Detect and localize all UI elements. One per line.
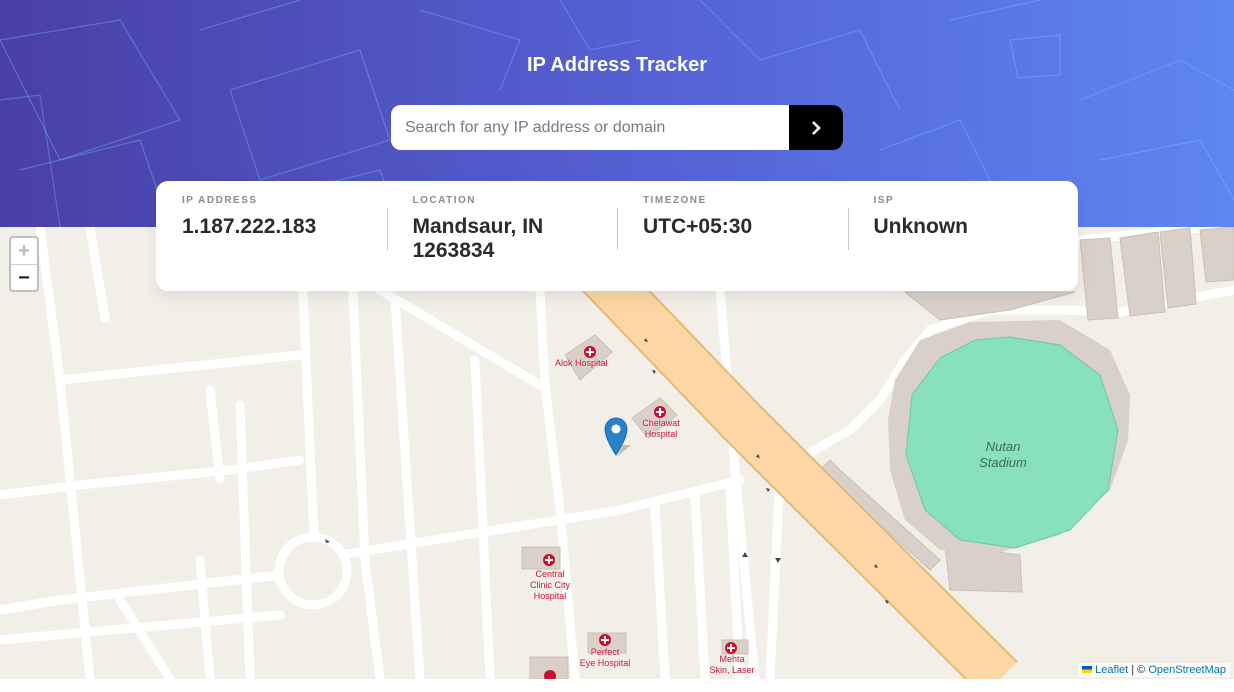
search-bar	[391, 105, 843, 150]
attribution-separator: | ©	[1128, 664, 1149, 676]
poi-mehta-skin: Mehta Skin, Laser	[704, 654, 760, 676]
search-input[interactable]	[391, 105, 789, 150]
poi-chelawat-hospital: Chelawat Hospital	[638, 418, 684, 440]
chevron-right-icon	[812, 120, 821, 135]
poi-chelawat-line1: Chelawat	[642, 418, 680, 428]
poi-central-line2: Clinic City	[529, 580, 570, 590]
zoom-control: + −	[9, 236, 39, 292]
ip-info-card: IP ADDRESS 1.187.222.183 LOCATION Mandsa…	[156, 181, 1078, 291]
poi-chelawat-line2: Hospital	[644, 429, 678, 439]
poi-mehta-line1: Mehta	[719, 654, 745, 664]
poi-central-line3: Hospital	[533, 591, 567, 601]
zoom-in-button[interactable]: +	[11, 238, 37, 264]
page-title: IP Address Tracker	[526, 54, 708, 76]
location-value: Mandsaur, IN 1263834	[412, 215, 544, 262]
map-view[interactable]: Alok Hospital Chelawat Hospital Nutan St…	[0, 227, 1234, 679]
poi-stadium-line2: Stadium	[979, 455, 1027, 470]
poi-nutan-stadium: Nutan Stadium	[970, 439, 1036, 471]
isp-section: ISP Unknown	[847, 181, 1079, 291]
location-section: LOCATION Mandsaur, IN 1263834	[386, 181, 618, 291]
location-label: LOCATION	[412, 195, 476, 206]
poi-perfect-line1: Perfect	[590, 647, 620, 657]
ip-address-value: 1.187.222.183	[182, 215, 317, 238]
isp-value: Unknown	[873, 215, 969, 238]
ukraine-flag-icon	[1082, 666, 1093, 673]
isp-label: ISP	[873, 195, 895, 206]
poi-central-clinic: Central Clinic City Hospital	[522, 569, 578, 602]
openstreetmap-link[interactable]: OpenStreetMap	[1148, 664, 1226, 676]
poi-perfect-eye: Perfect Eye Hospital	[574, 647, 636, 669]
map-attribution: Leaflet | © OpenStreetMap	[1078, 663, 1230, 677]
poi-central-line1: Central	[535, 569, 565, 579]
ip-address-section: IP ADDRESS 1.187.222.183	[156, 181, 387, 291]
poi-mehta-line2: Skin, Laser	[709, 665, 755, 675]
search-button[interactable]	[789, 105, 843, 150]
bottom-edge	[0, 679, 1234, 692]
zoom-out-button[interactable]: −	[11, 264, 37, 291]
poi-perfect-line2: Eye Hospital	[579, 658, 631, 668]
timezone-value: UTC+05:30	[643, 215, 753, 238]
timezone-label: TIMEZONE	[643, 195, 707, 206]
poi-alok-hospital: Alok Hospital	[555, 358, 608, 368]
location-marker-icon[interactable]	[603, 415, 635, 459]
poi-stadium-line1: Nutan	[985, 439, 1021, 454]
timezone-section: TIMEZONE UTC+05:30	[617, 181, 848, 291]
ip-address-label: IP ADDRESS	[182, 195, 258, 206]
leaflet-link[interactable]: Leaflet	[1095, 664, 1128, 676]
